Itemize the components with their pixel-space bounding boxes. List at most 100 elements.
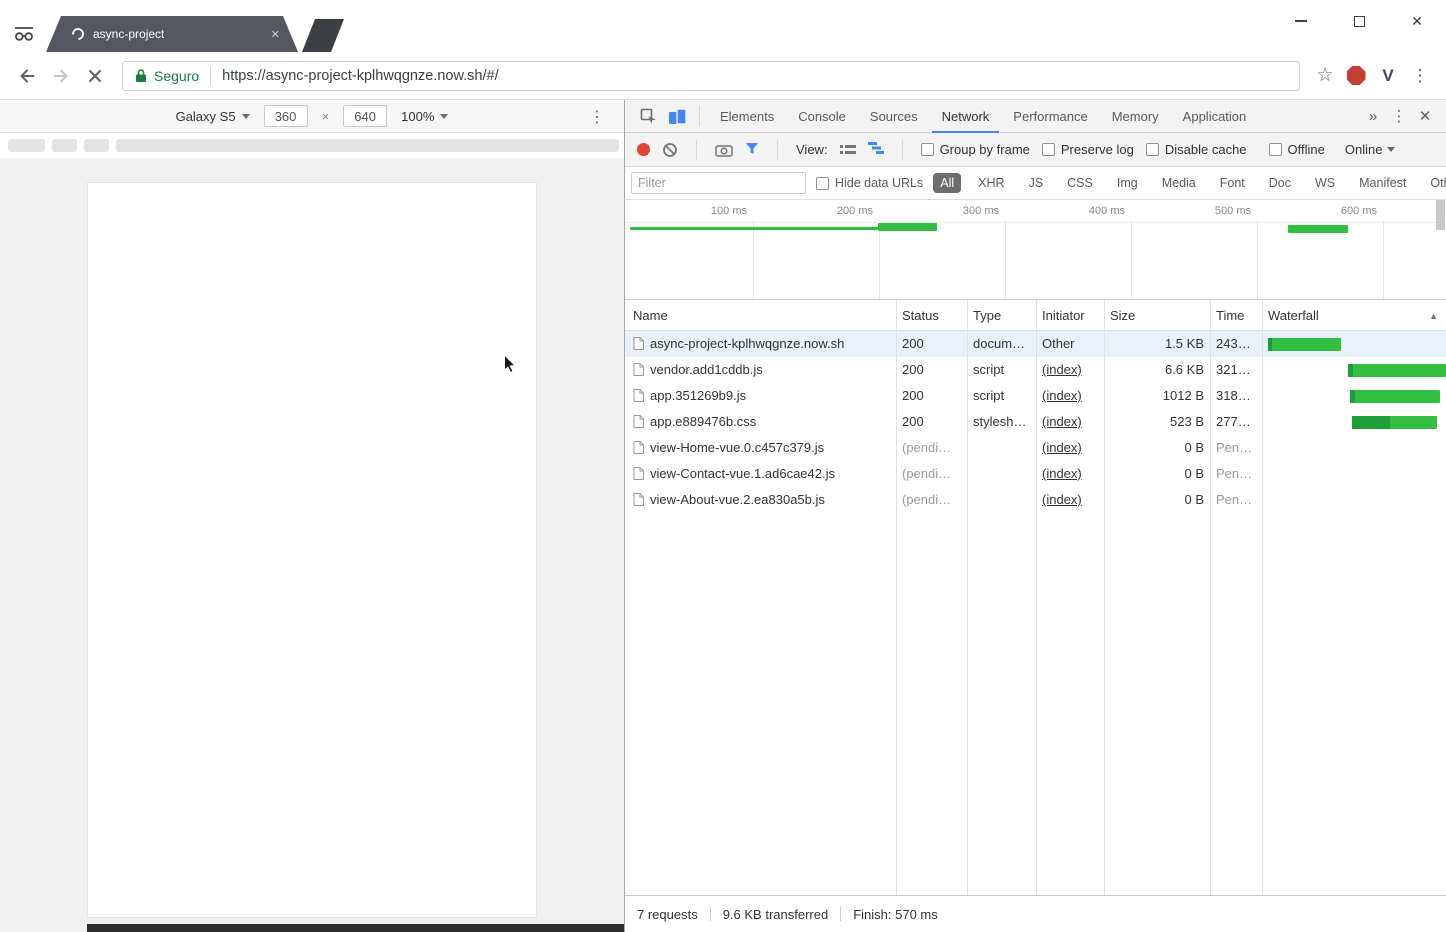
initiator-link[interactable]: (index) <box>1042 466 1100 481</box>
filter-type-img[interactable]: Img <box>1110 173 1145 193</box>
filter-type-js[interactable]: JS <box>1022 173 1051 193</box>
browser-tab[interactable]: async-project ✕ <box>46 16 298 52</box>
table-row[interactable]: view-Contact-vue.1.ad6cae42.js (pendi… (… <box>625 461 1446 487</box>
tab-performance[interactable]: Performance <box>1003 100 1097 133</box>
ruler-segment[interactable] <box>8 139 45 152</box>
chevron-down-icon <box>1387 147 1395 152</box>
tab-sources[interactable]: Sources <box>860 100 928 133</box>
minimize-button[interactable] <box>1272 0 1330 42</box>
sort-arrow-icon[interactable]: ▲ <box>1429 311 1438 321</box>
profile-button[interactable] <box>10 22 38 44</box>
record-network-log-button[interactable] <box>637 143 650 156</box>
group-by-frame-option[interactable]: Group by frame <box>921 142 1030 157</box>
more-tabs-button[interactable]: » <box>1360 100 1386 132</box>
capture-screenshots-button[interactable] <box>715 143 733 157</box>
vertical-dots-icon: ⋮ <box>1392 107 1407 125</box>
filter-type-other[interactable]: Other <box>1423 173 1446 193</box>
bookmark-button[interactable]: ☆ <box>1310 61 1340 91</box>
tab-network[interactable]: Network <box>932 100 1000 133</box>
filter-type-xhr[interactable]: XHR <box>971 173 1011 193</box>
device-toolbar-menu-button[interactable]: ⋮ <box>582 100 612 133</box>
filter-type-all[interactable]: All <box>933 173 961 193</box>
ruler-segment[interactable] <box>52 139 77 152</box>
disable-cache-option[interactable]: Disable cache <box>1146 142 1247 157</box>
column-header-time[interactable]: Time <box>1216 308 1244 323</box>
table-row[interactable]: view-Home-vue.0.c457c379.js (pendi… (ind… <box>625 435 1446 461</box>
hide-data-urls-checkbox[interactable] <box>816 177 829 190</box>
maximize-button[interactable] <box>1330 0 1388 42</box>
large-rows-view-icon[interactable] <box>840 144 856 156</box>
column-header-status[interactable]: Status <box>902 308 939 323</box>
devtools-menu-button[interactable]: ⋮ <box>1386 100 1412 132</box>
hide-data-urls-option[interactable]: Hide data URLs <box>816 176 923 190</box>
tab-close-icon[interactable]: ✕ <box>271 28 280 41</box>
table-row[interactable]: app.351269b9.js 200 script (index) 1012 … <box>625 383 1446 409</box>
initiator-link[interactable]: (index) <box>1042 362 1100 377</box>
show-overview-icon[interactable] <box>868 142 884 154</box>
table-row[interactable]: vendor.add1cddb.js 200 script (index) 6.… <box>625 357 1446 383</box>
filter-type-font[interactable]: Font <box>1213 173 1252 193</box>
filter-type-css[interactable]: CSS <box>1060 173 1100 193</box>
column-header-size[interactable]: Size <box>1110 308 1135 323</box>
table-row[interactable]: async-project-kplhwqgnze.now.sh 200 docu… <box>625 331 1446 357</box>
scrollbar-thumb[interactable] <box>1436 200 1445 230</box>
tab-memory[interactable]: Memory <box>1102 100 1169 133</box>
overview-canvas <box>625 200 1446 299</box>
request-name: view-Contact-vue.1.ad6cae42.js <box>650 466 835 481</box>
initiator-link[interactable]: (index) <box>1042 388 1100 403</box>
close-devtools-button[interactable]: ✕ <box>1412 100 1438 132</box>
tab-console[interactable]: Console <box>788 100 856 133</box>
column-header-initiator[interactable]: Initiator <box>1042 308 1085 323</box>
offline-option[interactable]: Offline <box>1269 142 1325 157</box>
group-by-frame-checkbox[interactable] <box>921 143 934 156</box>
file-icon <box>633 441 644 454</box>
offline-checkbox[interactable] <box>1269 143 1282 156</box>
filter-type-media[interactable]: Media <box>1155 173 1203 193</box>
table-row[interactable]: view-About-vue.2.ea830a5b.js (pendi… (in… <box>625 487 1446 513</box>
browser-menu-button[interactable]: ⋮ <box>1404 60 1436 92</box>
column-header-name[interactable]: Name <box>633 308 668 323</box>
stop-loading-button[interactable] <box>78 59 112 93</box>
preserve-log-checkbox[interactable] <box>1042 143 1055 156</box>
filter-type-ws[interactable]: WS <box>1308 173 1342 193</box>
back-button[interactable] <box>10 59 44 93</box>
ruler-segment[interactable] <box>84 139 109 152</box>
filter-type-doc[interactable]: Doc <box>1262 173 1298 193</box>
initiator-link[interactable]: (index) <box>1042 414 1100 429</box>
zoom-select[interactable]: 100% <box>401 109 448 124</box>
ruler-segment[interactable] <box>116 139 619 152</box>
new-tab-button[interactable] <box>302 19 344 52</box>
network-overview[interactable]: 100 ms 200 ms 300 ms 400 ms 500 ms 600 m… <box>625 200 1446 300</box>
adblock-extension-button[interactable] <box>1340 60 1372 92</box>
column-header-type[interactable]: Type <box>973 308 1001 323</box>
filter-input[interactable] <box>631 172 806 194</box>
initiator-link[interactable]: (index) <box>1042 440 1100 455</box>
device-viewport[interactable] <box>87 182 537 918</box>
close-window-button[interactable]: ✕ <box>1388 0 1446 42</box>
toggle-device-toolbar-button[interactable] <box>663 100 693 132</box>
column-header-waterfall[interactable]: Waterfall <box>1268 308 1319 323</box>
device-width-input[interactable] <box>264 105 308 127</box>
chevrons-icon: » <box>1369 108 1377 125</box>
tab-application[interactable]: Application <box>1173 100 1257 133</box>
clear-log-button[interactable] <box>662 142 678 158</box>
forward-button[interactable] <box>44 59 78 93</box>
initiator-link[interactable]: (index) <box>1042 492 1100 507</box>
preserve-log-option[interactable]: Preserve log <box>1042 142 1134 157</box>
device-select[interactable]: Galaxy S5 <box>176 109 250 124</box>
address-bar[interactable]: Seguro https://async-project-kplhwqgnze.… <box>122 61 1300 91</box>
maximize-icon <box>1354 16 1365 27</box>
tab-elements[interactable]: Elements <box>710 100 784 133</box>
filter-funnel-icon[interactable] <box>745 142 759 155</box>
filter-type-manifest[interactable]: Manifest <box>1352 173 1413 193</box>
device-height-input[interactable] <box>343 105 387 127</box>
throttling-select[interactable]: Online <box>1345 142 1396 157</box>
inspect-element-button[interactable] <box>633 100 663 132</box>
requests-count: 7 requests <box>637 907 698 922</box>
table-row[interactable]: app.e889476b.css 200 stylesh… (index) 52… <box>625 409 1446 435</box>
url-text[interactable]: https://async-project-kplhwqgnze.now.sh/… <box>222 68 498 84</box>
security-label[interactable]: Seguro <box>154 68 199 84</box>
vimium-extension-button[interactable]: V <box>1372 60 1404 92</box>
status-cell: 200 <box>902 362 964 377</box>
disable-cache-checkbox[interactable] <box>1146 143 1159 156</box>
